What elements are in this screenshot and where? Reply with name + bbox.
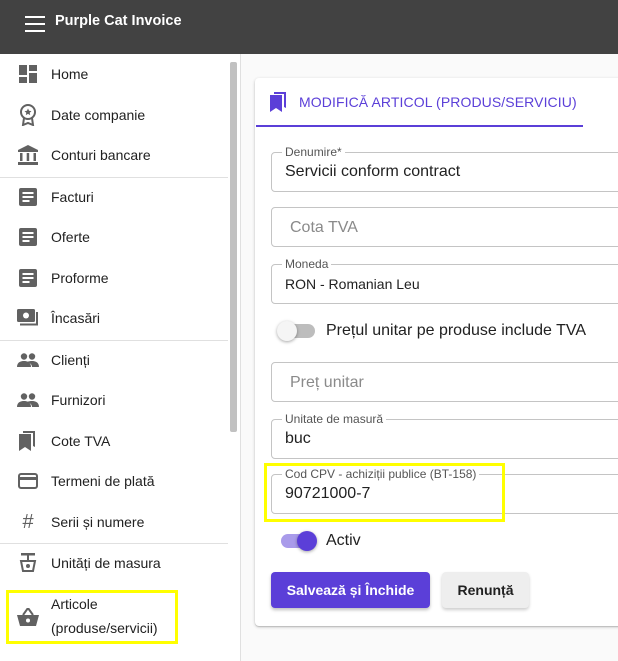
- cancel-button[interactable]: Renunță: [442, 572, 529, 608]
- sidebar-item-clienti[interactable]: Clienți: [0, 340, 228, 380]
- bank-icon: [17, 144, 39, 166]
- sidebar-item-label: Proforme: [51, 270, 109, 286]
- sidebar-item-label: Clienți: [51, 352, 90, 368]
- sidebar-item-label: Furnizori: [51, 392, 106, 408]
- sidebar-item-oferte[interactable]: Oferte: [0, 217, 228, 257]
- document-icon: [17, 267, 39, 289]
- sidebar-item-label: Oferte: [51, 229, 90, 245]
- sidebar-item-label: Serii și numere: [51, 514, 145, 530]
- form-title: MODIFICĂ ARTICOL (PRODUS/SERVICIU): [299, 94, 577, 110]
- unitate-value: buc: [285, 430, 311, 447]
- moneda-label: Moneda: [282, 257, 332, 271]
- sidebar-item-proforme[interactable]: Proforme: [0, 258, 228, 298]
- denumire-value: Servicii conform contract: [285, 163, 461, 180]
- sidebar-item-serii-numere[interactable]: # Serii și numere: [0, 502, 228, 542]
- sidebar-item-facturi[interactable]: Facturi: [0, 177, 228, 217]
- cota-tva-placeholder: Cota TVA: [290, 219, 358, 236]
- dashboard-icon: [17, 63, 39, 85]
- hash-icon: #: [22, 510, 34, 533]
- sidebar-item-home[interactable]: Home: [0, 54, 228, 94]
- sidebar-item-unitati-masura[interactable]: Unități de masura: [0, 543, 228, 583]
- save-close-button[interactable]: Salvează și Închide: [271, 572, 430, 608]
- app-bar: Purple Cat Invoice: [0, 0, 618, 54]
- credit-card-icon: [17, 470, 39, 492]
- scale-icon: [17, 552, 39, 574]
- activ-toggle-knob[interactable]: [297, 531, 317, 551]
- sidebar-item-furnizori[interactable]: Furnizori: [0, 380, 228, 420]
- sidebar-item-label: Cote TVA: [51, 433, 111, 449]
- tab-indicator: [256, 125, 583, 127]
- sidebar-item-label: Conturi bancare: [51, 147, 151, 163]
- include-tva-label: Prețul unitar pe produse include TVA: [326, 322, 587, 339]
- sidebar-item-cote-tva[interactable]: Cote TVA: [0, 421, 228, 461]
- sidebar-item-date-companie[interactable]: Date companie: [0, 95, 228, 135]
- sidebar-item-label: Date companie: [51, 107, 146, 123]
- app-title: Purple Cat Invoice: [55, 13, 182, 29]
- sidebar-item-label: Facturi: [51, 189, 94, 205]
- sidebar-scrollbar[interactable]: [230, 62, 237, 432]
- menu-icon[interactable]: [25, 16, 45, 32]
- document-icon: [17, 226, 39, 248]
- sidebar-item-conturi-bancare[interactable]: Conturi bancare: [0, 135, 228, 175]
- highlight-box: [264, 463, 505, 522]
- sidebar-item-label: Unități de masura: [51, 555, 161, 571]
- sidebar-item-label: Termeni de plată: [51, 473, 155, 489]
- denumire-label: Denumire*: [282, 145, 345, 159]
- sidebar-item-termeni-plata[interactable]: Termeni de plată: [0, 461, 228, 501]
- activ-label: Activ: [326, 532, 361, 549]
- highlight-box: [6, 590, 178, 644]
- people-icon: [17, 389, 39, 411]
- pret-unitar-placeholder: Preț unitar: [290, 374, 364, 391]
- unitate-label: Unitate de masură: [282, 412, 387, 426]
- sidebar-item-label: Încasări: [51, 310, 101, 326]
- sidebar-item-incasari[interactable]: Încasări: [0, 298, 228, 338]
- people-icon: [17, 349, 39, 371]
- badge-icon: [17, 104, 39, 126]
- bookmarks-icon: [17, 430, 39, 452]
- moneda-value: RON - Romanian Leu: [285, 276, 420, 292]
- document-icon: [17, 186, 39, 208]
- payments-icon: [17, 307, 39, 329]
- include-tva-toggle-knob[interactable]: [277, 321, 297, 341]
- bookmark-icon: [269, 92, 289, 117]
- sidebar-item-label: Home: [51, 66, 89, 82]
